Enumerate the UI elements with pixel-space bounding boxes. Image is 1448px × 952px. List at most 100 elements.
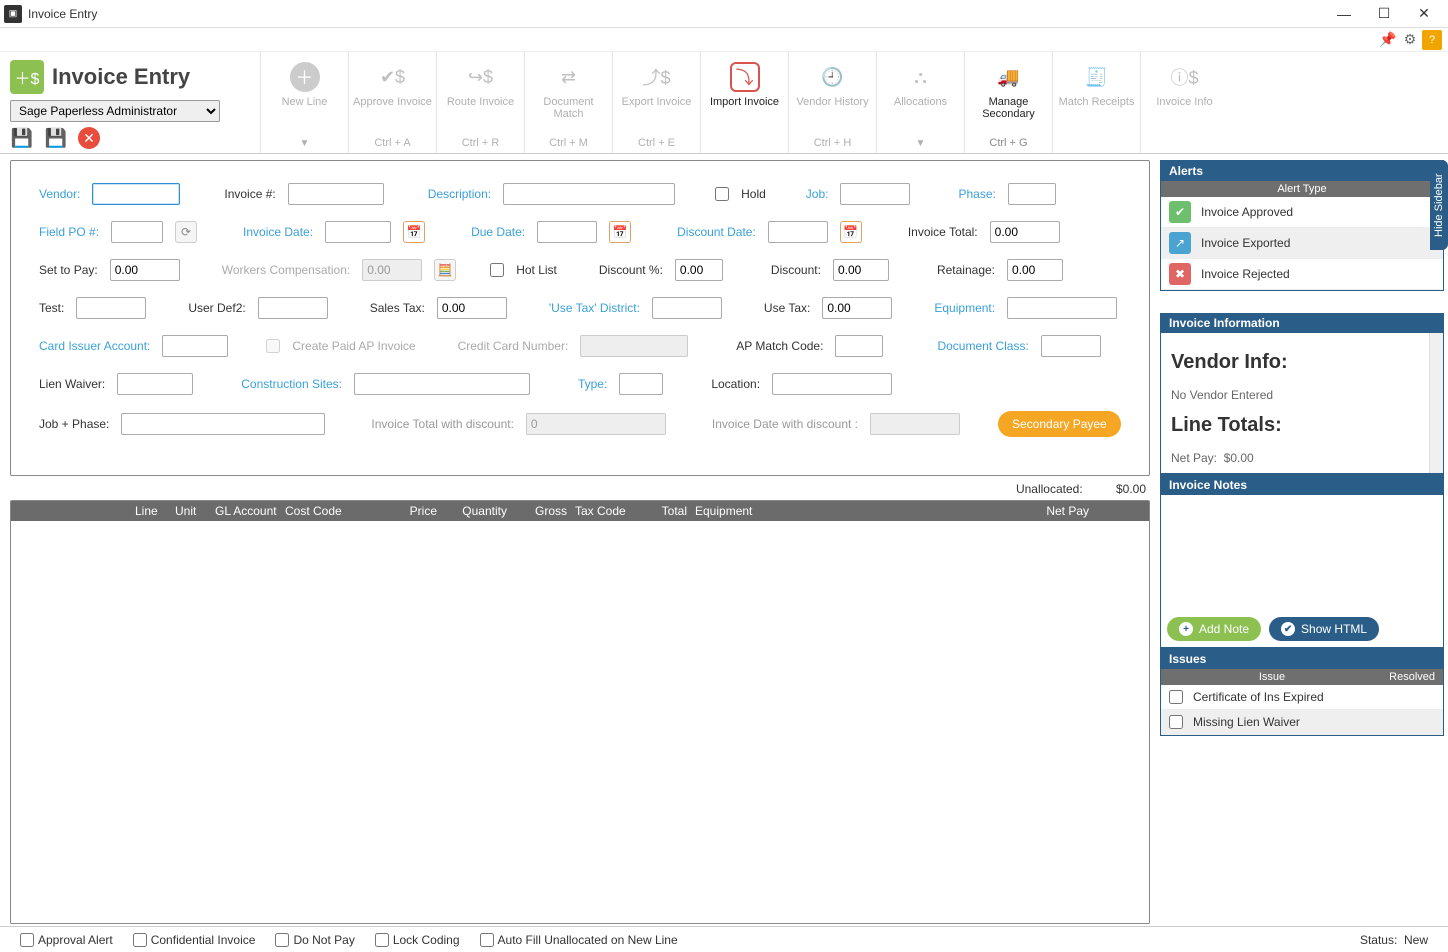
ribbon-manage-secondary[interactable]: 🚚 Manage Secondary Ctrl + G	[964, 52, 1052, 153]
ribbon-route-invoice[interactable]: ↪$ Route Invoice Ctrl + R	[436, 52, 524, 153]
card-issuer-label[interactable]: Card Issuer Account:	[39, 339, 150, 353]
add-note-button[interactable]: + Add Note	[1167, 617, 1261, 641]
grid-body[interactable]	[11, 521, 1149, 923]
ribbon-invoice-info[interactable]: ⓘ$ Invoice Info	[1140, 52, 1228, 153]
ribbon-match-receipts[interactable]: 🧾 Match Receipts	[1052, 52, 1140, 153]
due-date-calendar-icon[interactable]: 📅	[609, 221, 631, 243]
col-gross: Gross	[511, 504, 571, 518]
save-and-new-icon[interactable]: 💾	[44, 126, 68, 150]
doc-class-label[interactable]: Document Class:	[937, 339, 1028, 353]
ribbon-approve-invoice[interactable]: ✔$ Approve Invoice Ctrl + A	[348, 52, 436, 153]
approval-alert-check[interactable]: Approval Alert	[20, 933, 113, 947]
do-not-pay-check[interactable]: Do Not Pay	[275, 933, 354, 947]
test-input[interactable]	[76, 297, 146, 319]
due-date-label[interactable]: Due Date:	[471, 225, 525, 239]
issue-row-lien-waiver[interactable]: Missing Lien Waiver	[1161, 710, 1443, 735]
job-phase-input[interactable]	[121, 413, 325, 435]
line-items-grid[interactable]: Line Unit GL Account Cost Code Price Qua…	[10, 500, 1150, 924]
issue-row-cert-expired[interactable]: Certificate of Ins Expired	[1161, 685, 1443, 710]
invoice-total-input[interactable]	[990, 221, 1060, 243]
alert-row-approved[interactable]: ✔ Invoice Approved	[1161, 197, 1443, 228]
due-date-input[interactable]	[537, 221, 597, 243]
discount-date-calendar-icon[interactable]: 📅	[840, 221, 862, 243]
ribbon-vendor-history[interactable]: 🕘 Vendor History Ctrl + H	[788, 52, 876, 153]
auto-fill-check[interactable]: Auto Fill Unallocated on New Line	[480, 933, 678, 947]
invoice-info-header: Invoice Information	[1161, 313, 1443, 333]
invoice-info-icon: ⓘ$	[1170, 62, 1200, 92]
alert-rejected-icon: ✖	[1169, 263, 1191, 285]
ribbon-export-invoice[interactable]: ⤴$ Export Invoice Ctrl + E	[612, 52, 700, 153]
user-select[interactable]: Sage Paperless Administrator	[10, 100, 220, 122]
invoice-date-calendar-icon[interactable]: 📅	[403, 221, 425, 243]
show-html-button[interactable]: ✔ Show HTML	[1269, 617, 1379, 641]
app-icon: ▣	[4, 5, 22, 23]
set-to-pay-input[interactable]	[110, 259, 180, 281]
use-tax-input[interactable]	[822, 297, 892, 319]
issue-lien-checkbox[interactable]	[1169, 715, 1183, 729]
cancel-icon[interactable]: ✕	[78, 127, 100, 149]
description-label[interactable]: Description:	[428, 187, 491, 201]
issue-lien-label: Missing Lien Waiver	[1193, 715, 1300, 729]
invoice-number-label: Invoice #:	[224, 187, 275, 201]
hold-checkbox[interactable]	[715, 187, 729, 201]
ap-match-label: AP Match Code:	[736, 339, 823, 353]
phase-input[interactable]	[1008, 183, 1056, 205]
user-def2-input[interactable]	[258, 297, 328, 319]
ap-match-input[interactable]	[835, 335, 883, 357]
ribbon-new-line[interactable]: ＋ New Line ▼	[260, 52, 348, 153]
close-button[interactable]: ✕	[1404, 0, 1444, 28]
field-po-lookup-icon[interactable]: ⟳	[175, 221, 197, 243]
description-input[interactable]	[503, 183, 675, 205]
invoice-number-input[interactable]	[288, 183, 384, 205]
job-input[interactable]	[840, 183, 910, 205]
lien-waiver-input[interactable]	[117, 373, 193, 395]
invoice-date-input[interactable]	[325, 221, 391, 243]
hot-list-checkbox[interactable]	[490, 263, 504, 277]
ribbon-document-match[interactable]: ⇄ Document Match Ctrl + M	[524, 52, 612, 153]
type-input[interactable]	[619, 373, 663, 395]
alert-row-rejected[interactable]: ✖ Invoice Rejected	[1161, 259, 1443, 290]
gear-icon[interactable]: ⚙	[1400, 30, 1420, 50]
discount-pct-input[interactable]	[675, 259, 723, 281]
notes-body[interactable]	[1161, 495, 1443, 611]
workers-comp-calc-icon[interactable]: 🧮	[434, 259, 456, 281]
discount-input[interactable]	[833, 259, 889, 281]
retainage-input[interactable]	[1007, 259, 1063, 281]
ribbon-import-invoice[interactable]: ⤵ Import Invoice	[700, 52, 788, 153]
col-net-pay: Net Pay	[931, 504, 1149, 518]
invoice-date-label[interactable]: Invoice Date:	[243, 225, 313, 239]
secondary-payee-button[interactable]: Secondary Payee	[998, 411, 1121, 437]
construction-sites-label[interactable]: Construction Sites:	[241, 377, 342, 391]
pin-icon[interactable]: 📌	[1378, 30, 1398, 50]
hide-sidebar-tab[interactable]: Hide Sidebar	[1430, 160, 1448, 250]
issue-cert-checkbox[interactable]	[1169, 690, 1183, 704]
help-icon[interactable]: ?	[1422, 30, 1442, 50]
confidential-invoice-check[interactable]: Confidential Invoice	[133, 933, 256, 947]
sales-tax-input[interactable]	[437, 297, 507, 319]
field-po-label[interactable]: Field PO #:	[39, 225, 99, 239]
minimize-button[interactable]: —	[1324, 0, 1364, 28]
info-scrollbar[interactable]	[1429, 333, 1443, 473]
construction-sites-input[interactable]	[354, 373, 530, 395]
discount-date-label[interactable]: Discount Date:	[677, 225, 756, 239]
ribbon-allocations[interactable]: ⛬ Allocations ▼	[876, 52, 964, 153]
location-input[interactable]	[772, 373, 892, 395]
discount-date-input[interactable]	[768, 221, 828, 243]
lock-coding-check[interactable]: Lock Coding	[375, 933, 460, 947]
maximize-button[interactable]: ☐	[1364, 0, 1404, 28]
vendor-input[interactable]	[92, 183, 180, 205]
use-tax-district-input[interactable]	[652, 297, 722, 319]
job-label[interactable]: Job:	[806, 187, 829, 201]
use-tax-district-label[interactable]: 'Use Tax' District:	[549, 301, 640, 315]
col-quantity: Quantity	[441, 504, 511, 518]
doc-class-input[interactable]	[1041, 335, 1101, 357]
alert-row-exported[interactable]: ↗ Invoice Exported	[1161, 228, 1443, 259]
equipment-input[interactable]	[1007, 297, 1117, 319]
card-issuer-input[interactable]	[162, 335, 228, 357]
equipment-label[interactable]: Equipment:	[934, 301, 995, 315]
vendor-label[interactable]: Vendor:	[39, 187, 80, 201]
save-icon[interactable]: 💾	[10, 126, 34, 150]
field-po-input[interactable]	[111, 221, 163, 243]
type-label[interactable]: Type:	[578, 377, 607, 391]
phase-label[interactable]: Phase:	[958, 187, 995, 201]
